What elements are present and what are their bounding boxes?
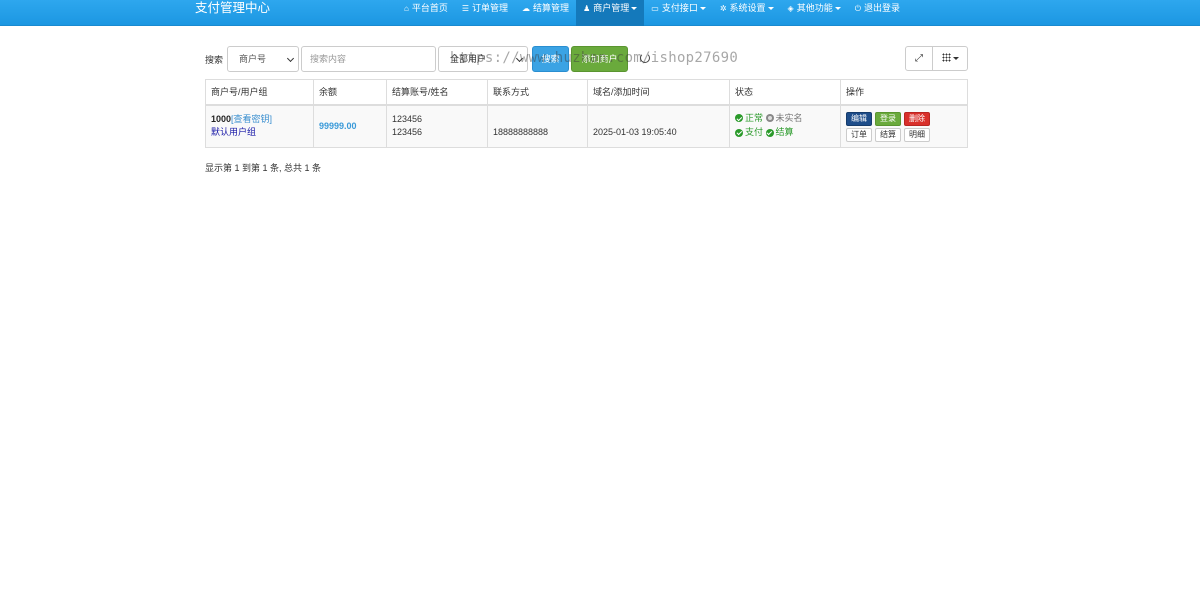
nav-payment-api[interactable]: ▭ 支付接口 xyxy=(644,0,713,26)
nav-home[interactable]: ⌂ 平台首页 xyxy=(397,0,455,26)
cell-domain-time: 2025-01-03 19:05:40 xyxy=(587,104,730,148)
cell-status: 正常 未实名 支付 结算 xyxy=(729,104,841,148)
card-icon: ▭ xyxy=(651,4,659,13)
login-button[interactable]: 登录 xyxy=(875,111,901,126)
check-circle-icon xyxy=(735,128,743,137)
settle-account: 123456 xyxy=(392,114,423,125)
pagination-info: 显示第 1 到第 1 条, 总共 1 条 xyxy=(205,163,322,173)
user-icon: ♟ xyxy=(583,4,591,13)
list-icon: ☰ xyxy=(461,4,470,13)
detail-button[interactable]: 明细 xyxy=(904,127,930,142)
home-icon: ⌂ xyxy=(404,4,409,13)
nav-orders[interactable]: ☰ 订单管理 xyxy=(455,0,515,26)
search-label: 搜索 xyxy=(205,55,224,65)
added-time: 2025-01-03 19:05:40 xyxy=(593,127,677,138)
status-settle[interactable]: 结算 xyxy=(765,126,794,139)
col-contact[interactable]: 联系方式 xyxy=(487,79,588,106)
search-toolbar: 搜索 商户号 搜索内容 全部用户 搜索 添加商户 ⤢ xyxy=(205,46,968,72)
search-button[interactable]: 搜索 xyxy=(532,46,569,72)
gear-icon: ✲ xyxy=(719,4,727,13)
status-normal-label: 正常 xyxy=(745,112,764,123)
col-account[interactable]: 结算账号/姓名 xyxy=(386,79,488,106)
cell-account: 123456 123456 xyxy=(386,104,488,148)
delete-button[interactable]: 删除 xyxy=(904,111,930,126)
nav-settlement-label: 结算管理 xyxy=(533,3,570,13)
merchant-id: 1000 xyxy=(211,114,232,125)
nav-orders-label: 订单管理 xyxy=(472,3,509,13)
balance-value[interactable]: 99999.00 xyxy=(319,121,357,131)
expand-icon: ⤢ xyxy=(915,53,923,64)
contact-phone: 18888888888 xyxy=(493,127,549,138)
nav-other[interactable]: ◈ 其他功能 xyxy=(781,0,848,26)
settle-button[interactable]: 结算 xyxy=(875,127,901,142)
col-status[interactable]: 状态 xyxy=(729,79,841,106)
user-group-value: 全部用户 xyxy=(450,54,487,64)
orders-button[interactable]: 订单 xyxy=(846,127,872,142)
search-field-value: 商户号 xyxy=(239,54,267,64)
status-unverified-label: 未实名 xyxy=(775,112,803,123)
user-group-link[interactable]: 默认用户组 xyxy=(211,126,313,139)
status-pay-label: 支付 xyxy=(745,127,764,138)
chevron-down-icon xyxy=(834,7,841,10)
chevron-down-icon xyxy=(286,54,295,63)
nav-system-settings-label: 系统设置 xyxy=(729,3,766,13)
nav-home-label: 平台首页 xyxy=(411,3,448,13)
chevron-down-icon xyxy=(515,54,524,63)
nav-other-label: 其他功能 xyxy=(796,3,833,13)
check-circle-icon xyxy=(735,114,743,123)
cell-contact: 18888888888 xyxy=(487,104,588,148)
user-group-select[interactable]: 全部用户 xyxy=(438,46,528,72)
edit-button[interactable]: 编辑 xyxy=(846,111,872,126)
cube-icon: ◈ xyxy=(787,4,794,13)
status-pay[interactable]: 支付 xyxy=(735,126,763,139)
nav-payment-api-label: 支付接口 xyxy=(661,3,698,13)
nav-system-settings[interactable]: ✲ 系统设置 xyxy=(713,0,781,26)
grid-icon xyxy=(941,53,951,62)
chevron-down-icon xyxy=(699,7,706,10)
fullscreen-button[interactable]: ⤢ xyxy=(905,46,933,71)
main-nav: ⌂ 平台首页 ☰ 订单管理 ☁ 结算管理 ♟ 商户管理 ▭ 支付接口 ✲ 系统设… xyxy=(397,0,907,26)
chevron-down-icon xyxy=(952,57,959,60)
col-merchant[interactable]: 商户号/用户组 xyxy=(205,79,314,106)
nav-logout[interactable]: ⏻ 退出登录 xyxy=(848,0,907,26)
cell-actions: 编辑 登录 删除 订单 结算 明细 xyxy=(840,104,968,148)
columns-toggle-button[interactable] xyxy=(932,46,968,71)
nav-logout-label: 退出登录 xyxy=(864,3,901,13)
col-actions[interactable]: 操作 xyxy=(840,79,968,106)
check-circle-icon xyxy=(765,128,774,137)
brand-title[interactable]: 支付管理中心 xyxy=(195,0,270,16)
merchant-table: 商户号/用户组 余额 结算账号/姓名 联系方式 域名/添加时间 状态 操作 10… xyxy=(205,79,968,148)
settle-name: 123456 xyxy=(392,127,423,138)
top-navbar: 支付管理中心 ⌂ 平台首页 ☰ 订单管理 ☁ 结算管理 ♟ 商户管理 ▭ 支付接… xyxy=(0,0,1200,26)
nav-merchants[interactable]: ♟ 商户管理 xyxy=(576,0,645,26)
table-header-row: 商户号/用户组 余额 结算账号/姓名 联系方式 域名/添加时间 状态 操作 xyxy=(205,79,968,106)
search-input[interactable]: 搜索内容 xyxy=(301,46,436,72)
col-domain-time[interactable]: 域名/添加时间 xyxy=(587,79,730,106)
col-balance[interactable]: 余额 xyxy=(313,79,387,106)
nav-merchants-label: 商户管理 xyxy=(593,3,630,13)
status-unverified[interactable]: 未实名 xyxy=(765,112,803,125)
cloud-icon: ☁ xyxy=(522,4,531,13)
circle-icon xyxy=(765,114,774,123)
search-field-select[interactable]: 商户号 xyxy=(227,46,299,72)
cell-balance: 99999.00 xyxy=(313,104,387,148)
nav-settlement[interactable]: ☁ 结算管理 xyxy=(515,0,576,26)
table-row: 1000[查看密钥] 默认用户组 99999.00 123456 123456 … xyxy=(205,104,968,148)
status-settle-label: 结算 xyxy=(775,127,794,138)
refresh-icon[interactable] xyxy=(640,53,650,63)
search-placeholder: 搜索内容 xyxy=(310,54,347,64)
cell-merchant: 1000[查看密钥] 默认用户组 xyxy=(205,104,314,148)
chevron-down-icon xyxy=(631,7,638,10)
chevron-down-icon xyxy=(767,7,774,10)
power-icon: ⏻ xyxy=(854,4,862,13)
status-normal[interactable]: 正常 xyxy=(735,112,763,125)
add-merchant-button[interactable]: 添加商户 xyxy=(571,46,628,72)
view-key-link[interactable]: [查看密钥] xyxy=(231,114,272,124)
